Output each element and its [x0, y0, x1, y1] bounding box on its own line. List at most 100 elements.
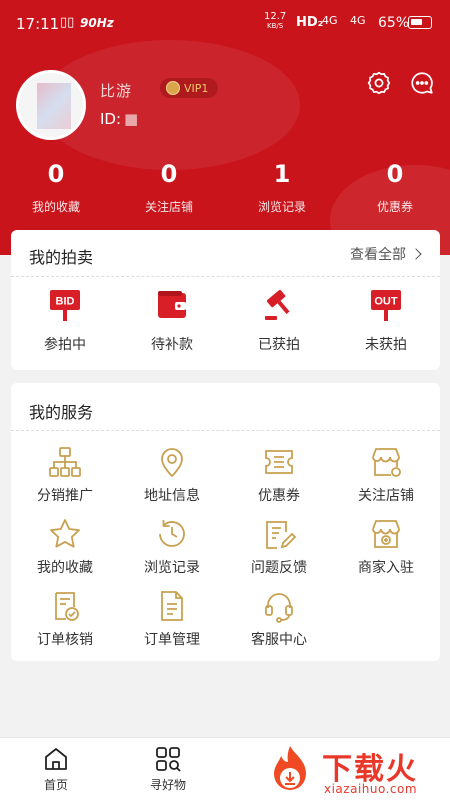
headset-icon: [265, 593, 293, 623]
vibrate-icon: ▯▯: [60, 15, 75, 30]
store-add-icon: [372, 520, 400, 548]
auction-item-label: 待补款: [151, 337, 193, 353]
stat-value: 0: [160, 160, 178, 188]
service-label: 优惠券: [258, 488, 300, 504]
signal-icon: 4G: [350, 14, 366, 27]
divider: [11, 276, 440, 277]
auction-title: 我的拍卖: [29, 248, 94, 267]
status-time: 17:11: [16, 15, 60, 33]
avatar-image: [37, 83, 71, 129]
star-icon: [50, 519, 80, 548]
service-order-verify[interactable]: 订单核销: [15, 589, 115, 649]
services-card: 我的服务 分销推广 地址信息 优惠券 关注店铺 我的收藏 浏览记录 问题反馈 商…: [11, 383, 440, 661]
auction-item-label: 已获拍: [258, 337, 300, 353]
battery-level: [411, 19, 422, 25]
store-follow-icon: [372, 448, 401, 477]
profile-header: 17:11 ▯▯ 90Hz 12.7 KB/S HD₂ 4G 4G 65% 比游…: [0, 0, 450, 255]
service-label: 浏览记录: [144, 560, 200, 576]
coupon-icon: [265, 450, 293, 474]
username: 比游: [100, 82, 133, 100]
flame-logo-icon: [274, 746, 306, 790]
service-favorites[interactable]: 我的收藏: [15, 517, 115, 577]
stat-coupons[interactable]: 0 优惠券: [345, 160, 445, 215]
auction-lost[interactable]: OUT 未获拍: [341, 288, 431, 354]
services-title: 我的服务: [29, 403, 94, 422]
service-customer-center[interactable]: 客服中心: [229, 589, 329, 649]
stat-followed-stores[interactable]: 0 关注店铺: [119, 160, 219, 215]
stat-label: 关注店铺: [144, 200, 193, 214]
view-all-label: 查看全部: [350, 247, 406, 263]
tab-label: 首页: [43, 778, 68, 792]
service-label: 客服中心: [251, 632, 307, 648]
service-label: 问题反馈: [251, 560, 307, 576]
net-speed-value: 12.7: [264, 11, 287, 22]
tab-label: 寻好物: [149, 778, 186, 792]
auction-bidding[interactable]: BID 参拍中: [20, 288, 110, 354]
auction-card: 我的拍卖 查看全部 BID 参拍中 待补款 已获拍 OUT 未获拍: [11, 230, 440, 370]
home-icon: [45, 748, 67, 770]
stat-label: 优惠券: [376, 200, 413, 214]
stat-favorites[interactable]: 0 我的收藏: [6, 160, 106, 215]
auction-item-label: 参拍中: [44, 337, 86, 353]
feedback-edit-icon: [266, 521, 296, 549]
user-id-label: ID:: [100, 110, 122, 128]
stat-value: 0: [47, 160, 65, 188]
history-clock-icon: [159, 520, 185, 547]
service-address[interactable]: 地址信息: [122, 445, 222, 505]
watermark: 下载火 xiazaihuo.com: [262, 742, 450, 800]
user-id-value: ■: [124, 110, 139, 128]
net-speed-unit: KB/S: [267, 22, 284, 30]
service-followed-stores[interactable]: 关注店铺: [336, 445, 436, 505]
watermark-url: xiazaihuo.com: [324, 782, 418, 796]
gavel-icon: [265, 289, 290, 320]
out-sign-icon: OUT: [371, 290, 401, 321]
auction-pending-payment[interactable]: 待补款: [127, 288, 217, 354]
service-label: 地址信息: [144, 488, 200, 504]
service-distribution[interactable]: 分销推广: [15, 445, 115, 505]
tab-discover[interactable]: 寻好物: [138, 746, 198, 793]
order-verify-icon: [55, 592, 79, 621]
tab-home[interactable]: 首页: [26, 746, 86, 793]
battery-percent: 65%: [378, 15, 410, 31]
org-chart-icon: [49, 447, 81, 477]
chevron-right-icon: [410, 248, 422, 260]
stat-value: 1: [273, 160, 291, 188]
vip-badge[interactable]: VIP1: [160, 78, 219, 98]
service-label: 商家入驻: [358, 560, 414, 576]
service-label: 分销推广: [37, 488, 93, 504]
stat-value: 0: [386, 160, 404, 188]
hd-voice-icon: HD₂: [296, 15, 324, 30]
service-order-manage[interactable]: 订单管理: [122, 589, 222, 649]
battery-icon: [408, 16, 432, 29]
view-all-link[interactable]: 查看全部: [350, 244, 422, 264]
order-list-icon: [161, 591, 183, 621]
wallet-icon: [158, 291, 186, 318]
stat-label: 我的收藏: [31, 200, 80, 214]
auction-won[interactable]: 已获拍: [234, 288, 324, 354]
service-label: 我的收藏: [37, 560, 93, 576]
stat-label: 浏览记录: [257, 200, 306, 214]
bid-sign-icon: BID: [50, 290, 80, 321]
auction-item-label: 未获拍: [365, 337, 407, 353]
out-sign-text: OUT: [374, 296, 398, 308]
service-merchant-join[interactable]: 商家入驻: [336, 517, 436, 577]
vip-label: VIP1: [184, 81, 209, 95]
medal-icon: [166, 81, 180, 95]
location-pin-icon: [161, 448, 183, 478]
grid-search-icon: [156, 747, 181, 772]
status-bar: 17:11 ▯▯ 90Hz 12.7 KB/S HD₂ 4G 4G 65%: [0, 0, 450, 46]
divider: [11, 430, 440, 431]
service-feedback[interactable]: 问题反馈: [229, 517, 329, 577]
service-history[interactable]: 浏览记录: [122, 517, 222, 577]
signal-icon: 4G: [322, 14, 338, 27]
service-label: 订单管理: [144, 632, 200, 648]
service-label: 关注店铺: [358, 488, 414, 504]
message-icon[interactable]: [409, 70, 435, 96]
net-speed: 12.7 KB/S: [264, 12, 286, 31]
bid-sign-text: BID: [56, 296, 75, 308]
service-coupon[interactable]: 优惠券: [229, 445, 329, 505]
refresh-rate: 90Hz: [80, 16, 114, 30]
settings-gear-icon[interactable]: [366, 70, 392, 96]
avatar[interactable]: [16, 70, 86, 140]
stat-history[interactable]: 1 浏览记录: [232, 160, 332, 215]
